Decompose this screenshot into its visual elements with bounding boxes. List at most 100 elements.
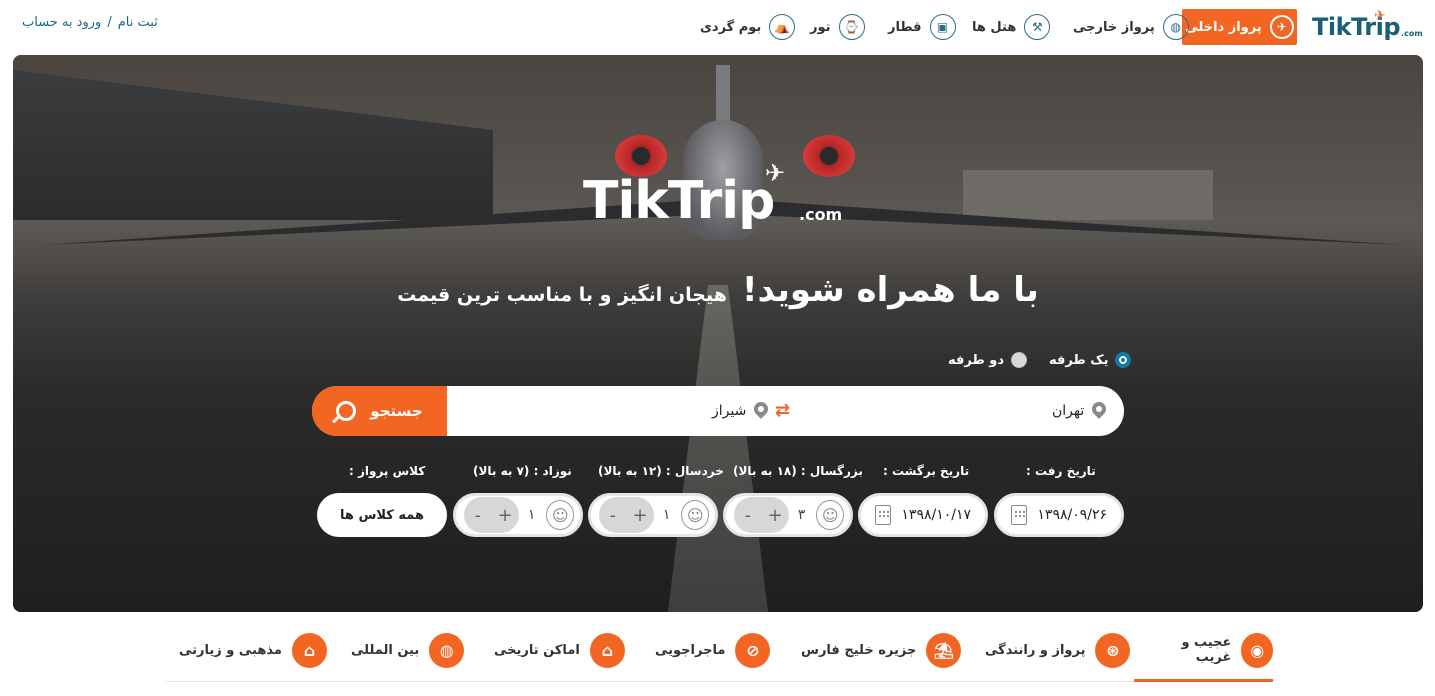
eye-icon: ◉ (1241, 632, 1273, 668)
island-icon: ⛱ (926, 632, 962, 668)
category-religious[interactable]: ⌂ مذهبی و زیارتی (179, 632, 327, 668)
trip-type-selector: یک طرفه دو طرفه (948, 352, 1132, 368)
logo-text: TikTrip (1312, 13, 1401, 41)
nav-train[interactable]: ▣ قطار (888, 13, 956, 41)
nav-label: پرواز داخلی (1185, 19, 1262, 35)
child-face-icon: ☺ (681, 500, 709, 530)
train-icon: ▣ (929, 14, 956, 40)
round-trip-radio[interactable]: دو طرفه (948, 352, 1028, 368)
logo-suffix: .com (1401, 28, 1423, 38)
depart-date-picker[interactable]: ۱۳۹۸/۰۹/۲۶ (994, 493, 1124, 537)
hero-logo-text: TikTrip (583, 171, 775, 231)
child-counter: ☺ ۱ - + (588, 493, 718, 537)
child-minus-button[interactable]: - (599, 497, 626, 533)
top-header: TikTrip .com ✈ ✈ پرواز داخلی ◍ پرواز خار… (0, 0, 1435, 55)
category-label: عجیب و غریب (1181, 635, 1232, 665)
category-international[interactable]: ◍ بین المللی (351, 632, 465, 668)
tour-icon: ⌚ (838, 14, 865, 40)
hangar-building (963, 170, 1213, 220)
destination-field[interactable]: شیراز (712, 386, 768, 436)
return-date-value: ۱۳۹۸/۱۰/۱۷ (901, 507, 971, 523)
adult-plus-button[interactable]: + (761, 497, 788, 533)
depart-date-value: ۱۳۹۸/۰۹/۲۶ (1037, 507, 1107, 523)
child-label: خردسال : (۱۲ به بالا) (598, 464, 724, 478)
adult-face-icon: ☺ (816, 500, 844, 530)
nav-tour[interactable]: ⌚ تور (810, 13, 865, 41)
infant-minus-button[interactable]: - (464, 497, 491, 533)
flight-class-select[interactable]: همه کلاس ها (317, 493, 447, 537)
radio-dot-selected (1115, 352, 1132, 368)
nav-label: بوم گردی (700, 19, 762, 35)
adult-counter: ☺ ۳ - + (723, 493, 853, 537)
one-way-radio[interactable]: یک طرفه (1049, 352, 1132, 368)
site-logo[interactable]: TikTrip .com ✈ (1312, 8, 1423, 44)
category-label: اماکن تاریخی (494, 642, 580, 658)
infant-stepper: - + (463, 497, 519, 533)
category-gulf-islands[interactable]: ⛱ جزیره خلیج فارس (801, 632, 962, 668)
compass-icon: ⊘ (735, 632, 771, 668)
search-icon (336, 401, 357, 421)
search-button[interactable]: جستجو (312, 386, 447, 436)
category-label: ماجراجویی (655, 642, 726, 658)
nav-label: پرواز خارجی (1073, 19, 1155, 35)
calendar-icon (1011, 505, 1028, 525)
category-label: بین المللی (351, 642, 420, 658)
hero-logo-suffix: .com (799, 205, 843, 224)
return-date-label: تاریخ برگشت : (883, 464, 970, 478)
login-link[interactable]: ورود به حساب (22, 15, 101, 30)
nav-label: هتل ها (972, 19, 1017, 35)
category-flight-driving[interactable]: ⊛ پرواز و رانندگی (985, 632, 1131, 668)
globe-icon: ◍ (1162, 14, 1189, 40)
nav-eco-tourism[interactable]: ⛺ بوم گردی (700, 13, 796, 41)
nav-hotels[interactable]: ⚒ هتل ها (972, 13, 1051, 41)
infant-plus-button[interactable]: + (491, 497, 518, 533)
category-tabs: ◉ عجیب و غریب ⊛ پرواز و رانندگی ⛱ جزیره … (165, 620, 1273, 682)
steering-wheel-icon: ⊛ (1095, 632, 1131, 668)
category-adventure[interactable]: ⊘ ماجراجویی (655, 632, 771, 668)
active-tab-indicator (1134, 679, 1273, 682)
category-historical[interactable]: ⌂ اماکن تاریخی (494, 632, 625, 668)
nav-domestic-flight[interactable]: ✈ پرواز داخلی (1182, 9, 1297, 45)
globe-icon: ◍ (429, 632, 465, 668)
hero-logo-plane-icon: ✈ (765, 159, 786, 187)
register-link[interactable]: ثبت نام (118, 15, 158, 30)
hero-logo: TikTrip ✈ .com (583, 159, 853, 245)
category-label: پرواز و رانندگی (985, 642, 1086, 658)
hero-slogan: با ما همراه شوید! هیجان انگیز و با مناسب… (13, 270, 1423, 310)
adult-count: ۳ (797, 507, 806, 523)
infant-face-icon: ☺ (546, 500, 574, 530)
child-count: ۱ (662, 507, 671, 523)
flight-class-label: کلاس پرواز : (349, 464, 426, 478)
adult-label: بزرگسال : (۱۸ به بالا) (733, 464, 863, 478)
search-button-label: جستجو (370, 402, 423, 420)
hotel-icon: ⚒ (1024, 14, 1051, 40)
logo-plane-icon: ✈ (1374, 8, 1386, 24)
swap-route-icon[interactable]: ⇄ (775, 400, 790, 421)
flight-class-value: همه کلاس ها (340, 507, 424, 523)
return-date-picker[interactable]: ۱۳۹۸/۱۰/۱۷ (858, 493, 988, 537)
adult-minus-button[interactable]: - (734, 497, 761, 533)
origin-field[interactable]: تهران (1052, 386, 1106, 436)
mosque-icon: ⌂ (291, 632, 327, 668)
child-plus-button[interactable]: + (626, 497, 653, 533)
auth-separator: / (107, 15, 112, 30)
airplane-icon: ✈ (1269, 15, 1294, 39)
nav-label: تور (810, 19, 831, 35)
location-pin-icon (1092, 402, 1106, 420)
slogan-main: با ما همراه شوید! (742, 270, 1039, 310)
location-pin-icon (754, 402, 768, 420)
infant-count: ۱ (527, 507, 536, 523)
origin-value: تهران (1052, 403, 1085, 419)
auth-links: ثبت نام / ورود به حساب (22, 15, 158, 30)
category-strange[interactable]: ◉ عجیب و غریب (1150, 632, 1273, 668)
radio-label: یک طرفه (1049, 352, 1109, 368)
route-search-bar: جستجو شیراز ⇄ تهران (312, 386, 1124, 436)
infant-counter: ☺ ۱ - + (453, 493, 583, 537)
nav-international-flight[interactable]: ◍ پرواز خارجی (1073, 13, 1189, 41)
category-label: مذهبی و زیارتی (179, 642, 282, 658)
category-label: جزیره خلیج فارس (801, 642, 917, 658)
adult-stepper: - + (733, 497, 789, 533)
infant-label: نوزاد : (۷ به بالا) (473, 464, 572, 478)
radio-label: دو طرفه (948, 352, 1005, 368)
calendar-icon (875, 505, 892, 525)
